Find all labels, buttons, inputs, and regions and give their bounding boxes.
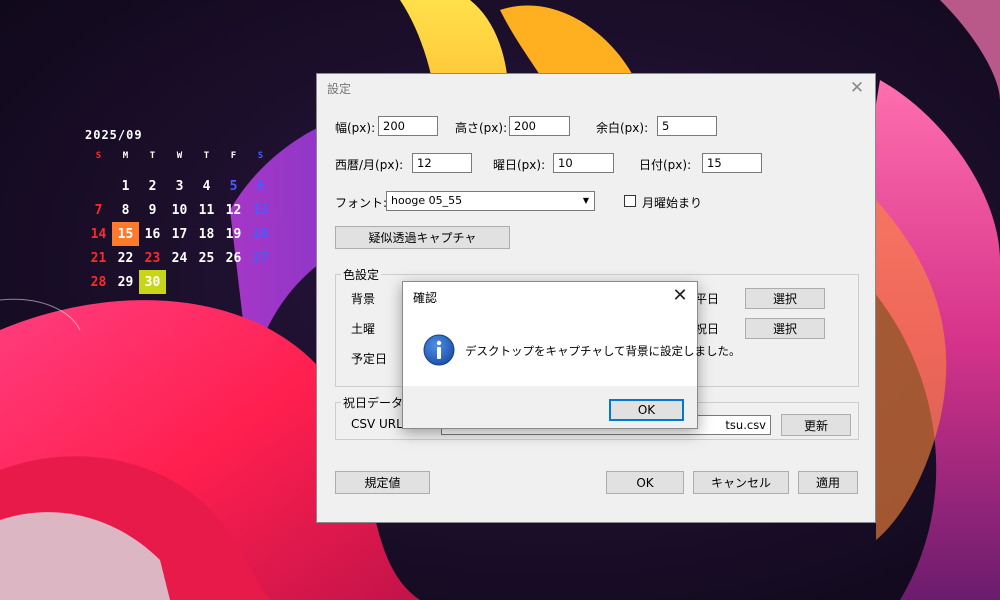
schedule-color-label: 予定日 (351, 352, 388, 366)
calendar-day: 9 (148, 202, 157, 218)
weekday-color-label: 平日 (695, 292, 720, 306)
close-icon[interactable]: ✕ (839, 74, 875, 102)
calendar-day: 15 (112, 222, 139, 246)
capture-button[interactable]: 疑似透過キャプチャ (335, 226, 510, 249)
margin-input[interactable]: 5 (657, 116, 717, 136)
update-button[interactable]: 更新 (781, 414, 851, 436)
message-ok-button[interactable]: OK (609, 399, 684, 421)
calendar-grid: S M T W T F S 1 2 3 4 5 6 7 8 9 10 11 12 13 14 15 16 17 18 19 20 21… (85, 150, 275, 294)
holiday-color-label: 祝日 (695, 322, 720, 336)
calendar-day: 21 (90, 250, 107, 266)
font-select-value: hooge 05_55 (391, 194, 463, 207)
calendar-weekday-header: S (95, 151, 102, 161)
calendar-day: 19 (225, 226, 242, 242)
calendar-day: 8 (121, 202, 130, 218)
weekday-input[interactable]: 10 (553, 153, 614, 173)
calendar-day: 16 (144, 226, 161, 242)
calendar-day: 3 (175, 178, 184, 194)
calendar-widget: 2025/09 S M T W T F S 1 2 3 4 5 6 7 8 9 10 11 12 13 14 15 16 17… (85, 128, 275, 294)
ok-button[interactable]: OK (606, 471, 684, 494)
calendar-day: 14 (90, 226, 107, 242)
csv-url-label: CSV URL: (351, 417, 407, 431)
calendar-weekday-header: T (203, 151, 210, 161)
message-close-icon[interactable]: ✕ (669, 284, 691, 306)
year-month-label: 西暦/月(px): (335, 158, 404, 172)
message-text: デスクトップをキャプチャして背景に設定しました。 (465, 344, 741, 358)
calendar-day: 23 (144, 250, 161, 266)
calendar-day: 29 (117, 274, 134, 290)
calendar-day: 7 (94, 202, 103, 218)
width-input[interactable]: 200 (378, 116, 438, 136)
message-title: 確認 (413, 291, 438, 305)
calendar-day: 28 (90, 274, 107, 290)
date-label: 日付(px): (639, 158, 692, 172)
dropdown-arrow-icon: ▼ (582, 196, 590, 205)
calendar-day: 22 (117, 250, 134, 266)
font-label: フォント: (335, 196, 388, 210)
calendar-day: 11 (198, 202, 215, 218)
calendar-month: 2025/09 (85, 128, 143, 142)
width-label: 幅(px): (335, 121, 376, 135)
margin-label: 余白(px): (596, 121, 649, 135)
date-input[interactable]: 15 (702, 153, 762, 173)
monday-start-checkbox[interactable] (624, 195, 636, 207)
color-settings-title: 色設定 (341, 266, 382, 283)
calendar-day: 30 (139, 270, 166, 294)
calendar-empty-cell (85, 174, 112, 198)
calendar-day: 17 (171, 226, 188, 242)
height-label: 高さ(px): (455, 121, 508, 135)
calendar-day: 27 (252, 250, 269, 266)
calendar-weekday-header: F (230, 151, 237, 161)
calendar-weekday-header: S (257, 151, 264, 161)
holiday-color-select-button[interactable]: 選択 (745, 318, 825, 339)
message-body: デスクトップをキャプチャして背景に設定しました。 (403, 310, 741, 386)
calendar-day: 24 (171, 250, 188, 266)
calendar-day: 5 (229, 178, 238, 194)
saturday-color-label: 土曜 (351, 322, 376, 336)
calendar-day: 10 (171, 202, 188, 218)
calendar-day: 20 (252, 226, 269, 242)
weekday-color-select-button[interactable]: 選択 (745, 288, 825, 309)
info-icon (423, 334, 455, 366)
message-titlebar: 確認 ✕ (403, 282, 697, 310)
calendar-day: 13 (252, 202, 269, 218)
calendar-day: 25 (198, 250, 215, 266)
font-select[interactable]: hooge 05_55 ▼ (386, 191, 595, 211)
background-color-label: 背景 (351, 292, 376, 306)
confirm-message-box: 確認 ✕ デスクトップをキャプチャして背景に設定しました。 OK (402, 281, 741, 429)
calendar-day: 26 (225, 250, 242, 266)
year-month-input[interactable]: 12 (412, 153, 472, 173)
calendar-day: 12 (225, 202, 242, 218)
calendar-day: 1 (121, 178, 130, 194)
dialog-title: 設定 (327, 82, 352, 96)
calendar-day: 6 (256, 178, 265, 194)
calendar-weekday-header: T (149, 151, 156, 161)
calendar-day: 2 (148, 178, 157, 194)
calendar-day: 18 (198, 226, 215, 242)
weekday-label: 曜日(px): (493, 158, 546, 172)
calendar-weekday-header: M (122, 151, 129, 161)
calendar-weekday-header: W (176, 151, 183, 161)
calendar-day: 4 (202, 178, 211, 194)
defaults-button[interactable]: 規定値 (335, 471, 430, 494)
apply-button[interactable]: 適用 (798, 471, 858, 494)
height-input[interactable]: 200 (509, 116, 570, 136)
cancel-button[interactable]: キャンセル (693, 471, 789, 494)
monday-start-label: 月曜始まり (642, 196, 703, 210)
